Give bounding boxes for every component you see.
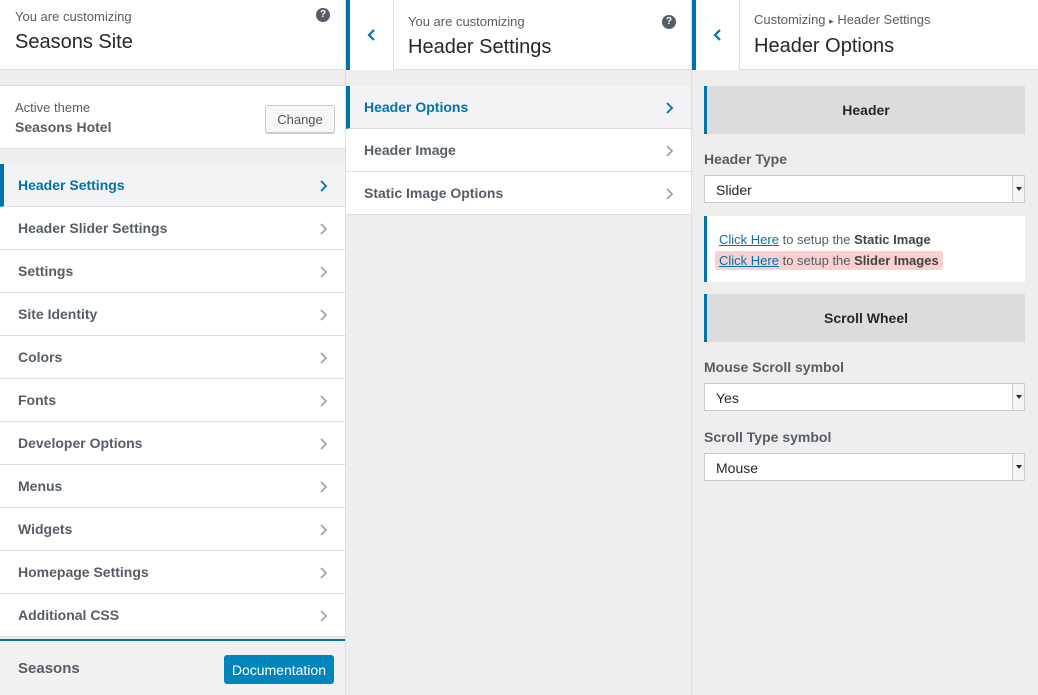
breadcrumb-parent: Header Settings [837,12,931,27]
breadcrumb-root: Customizing [754,12,826,27]
dropdown-arrow-icon [1012,384,1024,410]
scroll-type-select[interactable]: Mouse [704,453,1025,481]
dropdown-arrow-icon [1012,454,1024,480]
menu-item-fonts[interactable]: Fonts [0,379,345,422]
submenu-item-static-image-options[interactable]: Static Image Options [346,172,691,215]
menu-item-label: Settings [18,263,74,279]
menu-item-additional-css[interactable]: Additional CSS [0,594,345,637]
chevron-left-icon [712,29,721,41]
chevron-right-icon [320,395,328,407]
help-icon[interactable]: ? [316,8,330,22]
menu-item-menus[interactable]: Menus [0,465,345,508]
breadcrumb: Customizing ▸ Header Settings [754,12,931,27]
mouse-scroll-select[interactable]: Yes [704,383,1025,411]
header-type-label: Header Type [704,151,787,167]
theme-footer: Seasons Documentation [0,639,345,695]
mouse-scroll-value: Yes [716,390,739,406]
customizing-label: You are customizing [408,14,525,29]
chevron-right-icon [666,102,674,114]
menu-item-label: Header Slider Settings [18,220,168,236]
menu-item-header-slider-settings[interactable]: Header Slider Settings [0,207,345,250]
link-text: to setup the [778,232,855,247]
link-target-static: Static Image [854,232,931,247]
panel-header: You are customizing Header Settings ? [346,0,691,70]
static-image-link-line: Click Here to setup the Static Image [715,230,935,249]
chevron-right-icon [666,145,674,157]
menu-item-site-identity[interactable]: Site Identity [0,293,345,336]
section-heading-header: Header [704,86,1025,134]
chevron-right-icon [320,524,328,536]
submenu-item-header-image[interactable]: Header Image [346,129,691,172]
slider-images-setup-link[interactable]: Click Here [719,253,779,268]
customizing-label: You are customizing [15,9,132,24]
menu-item-label: Static Image Options [364,185,504,201]
header-type-value: Slider [716,182,752,198]
menu-item-colors[interactable]: Colors [0,336,345,379]
breadcrumb-separator: ▸ [829,16,834,26]
settings-menu: Header Settings Header Slider Settings Set… [0,164,345,637]
chevron-right-icon [320,266,328,278]
menu-item-label: Header Image [364,142,456,158]
documentation-button[interactable]: Documentation [223,655,334,684]
menu-item-label: Colors [18,349,63,365]
chevron-right-icon [320,567,328,579]
chevron-right-icon [320,481,328,493]
section-heading-scroll-wheel: Scroll Wheel [704,294,1025,342]
chevron-right-icon [666,188,674,200]
chevron-right-icon [320,438,328,450]
change-theme-button[interactable]: Change [265,105,335,133]
header-settings-menu: Header Options Header Image Static Image O… [346,86,691,215]
scroll-type-value: Mouse [716,460,759,476]
setup-links-box: Click Here to setup the Static Image Cli… [704,216,1025,282]
chevron-right-icon [320,352,328,364]
menu-item-developer-options[interactable]: Developer Options [0,422,345,465]
dropdown-arrow-icon [1012,176,1024,202]
static-image-setup-link[interactable]: Click Here [719,232,779,247]
submenu-item-header-options[interactable]: Header Options [346,86,691,129]
menu-item-label: Fonts [18,392,57,408]
header-settings-panel: You are customizing Header Settings ? He… [346,0,692,695]
menu-item-label: Additional CSS [18,607,120,623]
link-target-slider: Slider Images [854,253,939,268]
menu-item-label: Homepage Settings [18,564,149,580]
menu-item-label: Header Options [364,99,469,115]
theme-footer-name: Seasons [18,660,80,677]
menu-item-label: Developer Options [18,435,143,451]
chevron-right-icon [320,309,328,321]
active-theme-box: Active theme Seasons Hotel Change [0,85,345,149]
site-title: Seasons Site [15,31,133,53]
link-text: to setup the [778,253,855,268]
panel-header: Customizing ▸ Header Settings Header Opt… [692,0,1038,70]
theme-name: Seasons Hotel [15,119,112,135]
customizer-root-panel: You are customizing Seasons Site ? Activ… [0,0,346,695]
mouse-scroll-label: Mouse Scroll symbol [704,359,845,375]
menu-item-label: Header Settings [18,177,125,193]
menu-item-header-settings[interactable]: Header Settings [0,164,345,207]
panel-title: Header Settings [408,36,552,58]
menu-item-settings[interactable]: Settings [0,250,345,293]
header-type-select[interactable]: Slider [704,175,1025,203]
panel-title: Header Options [754,35,895,57]
header-options-panel: Customizing ▸ Header Settings Header Opt… [692,0,1038,695]
chevron-left-icon [366,29,375,41]
help-icon[interactable]: ? [662,15,676,29]
back-button[interactable] [692,0,740,70]
menu-item-homepage-settings[interactable]: Homepage Settings [0,551,345,594]
slider-images-link-line: Click Here to setup the Slider Images [715,251,943,270]
chevron-right-icon [320,610,328,622]
menu-item-label: Widgets [18,521,73,537]
menu-item-label: Site Identity [18,306,98,322]
scroll-type-label: Scroll Type symbol [704,429,832,445]
menu-item-widgets[interactable]: Widgets [0,508,345,551]
panel-header: You are customizing Seasons Site ? [0,0,345,70]
chevron-right-icon [320,180,328,192]
chevron-right-icon [320,223,328,235]
active-theme-label: Active theme [15,100,91,115]
menu-item-label: Menus [18,478,63,494]
back-button[interactable] [346,0,394,70]
